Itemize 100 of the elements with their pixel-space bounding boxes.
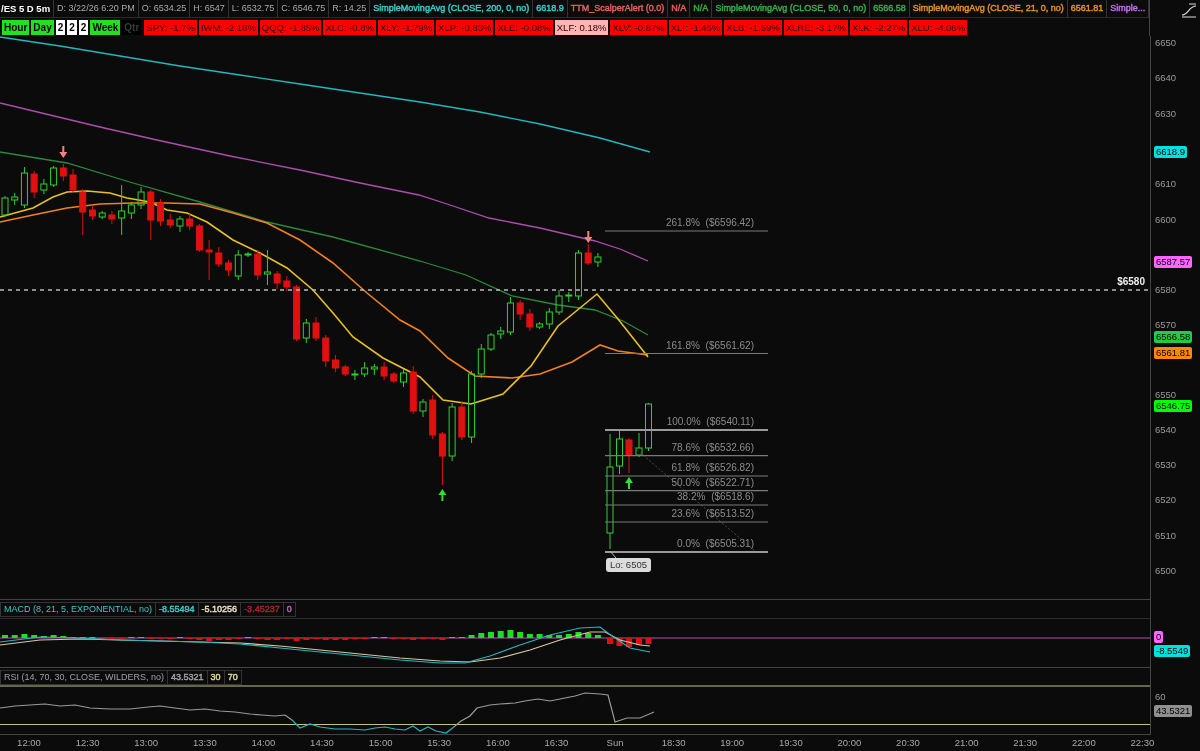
- study-label: N/A: [668, 0, 691, 17]
- quote-field: L: 6532.75: [228, 0, 279, 17]
- ticker-change-label: XLY: -1.79%: [378, 19, 435, 35]
- indicator-value: -5.10256: [198, 603, 242, 616]
- price-axis-label: 6550: [1155, 389, 1177, 401]
- fib-level-label: 161.8% ($6561.62): [665, 339, 754, 352]
- time-axis-label: 20:30: [896, 736, 920, 749]
- time-axis-label: 21:00: [954, 736, 979, 749]
- price-axis-label: 6510: [1155, 530, 1177, 542]
- time-axis-label: 21:30: [1013, 736, 1038, 749]
- ticker-change-label: XLV: -0.87%: [610, 19, 667, 35]
- fib-level-label: 38.2% ($6518.6): [677, 491, 754, 503]
- price-tag: 6561.81: [1154, 347, 1193, 359]
- symbol-label: /ES 5 D 5m: [0, 0, 55, 17]
- ticker-change-label: SPY: -1.7%: [144, 19, 197, 35]
- period-button[interactable]: Hour: [2, 19, 30, 35]
- study-label: 6566.58: [870, 0, 910, 17]
- price-tag: 6587.57: [1154, 256, 1193, 268]
- price-axis-label: 6530: [1155, 459, 1177, 471]
- price-axis-label: 6600: [1155, 214, 1177, 226]
- study-label: N/A: [690, 0, 713, 17]
- time-axis-label: 16:00: [485, 736, 510, 749]
- value-tag: 43.5321: [1154, 705, 1193, 717]
- price-axis-label: 6540: [1155, 424, 1177, 436]
- price-axis-label: 6580: [1155, 284, 1177, 296]
- price-axis-label: 6520: [1155, 494, 1177, 506]
- price-axis-label: 6640: [1155, 72, 1177, 84]
- period-button[interactable]: 2: [78, 19, 89, 35]
- value-tag: -8.5549: [1154, 645, 1191, 657]
- ticker-change-label: XLE: -0.08%: [495, 19, 553, 35]
- time-axis-label: 12:30: [75, 736, 100, 749]
- quote-field: R: 14.25: [329, 0, 371, 17]
- study-label: SimpleMovingAvg (CLOSE, 21, 0, no): [909, 0, 1068, 17]
- rsi-axis-label: 60: [1155, 691, 1166, 703]
- time-axis-label: 18:30: [661, 736, 686, 749]
- quote-field: C: 6546.75: [278, 0, 330, 17]
- arrow-up-icon: [625, 477, 633, 489]
- ticker-change-label: XLRE: -3.17%: [783, 19, 848, 35]
- fib-level-label: 78.6% ($6532.66): [671, 441, 754, 454]
- price-axis-label: 6570: [1155, 319, 1177, 331]
- fib-level-label: 0.0% ($6505.31): [677, 538, 754, 550]
- time-axis-label: 15:00: [368, 736, 393, 749]
- period-button[interactable]: 2: [67, 19, 77, 35]
- study-label: 6618.9: [533, 0, 568, 17]
- ticker-change-label: XLB: -1.59%: [724, 19, 782, 35]
- price-tag: 6618.9: [1154, 146, 1188, 158]
- time-axis-label: Sun: [606, 736, 624, 749]
- price-tag: 6546.75: [1154, 400, 1193, 412]
- ticker-change-label: QQQ: -1.85%: [259, 19, 322, 35]
- fib-level-label: 50.0% ($6522.71): [671, 476, 754, 489]
- ticker-change-label: XLC: -0.8%: [323, 19, 376, 35]
- study-label: TTM_ScalperAlert (0.0): [567, 0, 669, 17]
- period-button[interactable]: Week: [90, 19, 121, 35]
- price-axis-label: 6500: [1155, 565, 1177, 577]
- price-axis-label: 6610: [1155, 178, 1177, 190]
- ticker-change-label: XLK: -2.27%: [849, 19, 908, 35]
- quote-field: H: 6547: [190, 0, 229, 17]
- time-axis-label: 22:00: [1071, 736, 1096, 749]
- price-axis-label: 6630: [1155, 108, 1177, 120]
- fib-level-label: 23.6% ($6513.52): [671, 508, 754, 520]
- time-axis-label: 14:00: [251, 736, 276, 749]
- time-axis-label: 20:00: [837, 736, 862, 749]
- time-axis-label: 13:30: [192, 736, 217, 749]
- time-axis-label: 12:00: [17, 736, 41, 749]
- fib-level-label: 100.0% ($6540.11): [666, 416, 754, 428]
- price-tag: 6566.58: [1154, 331, 1193, 343]
- time-axis-label: 16:30: [544, 736, 569, 749]
- time-axis-label: 13:00: [134, 736, 159, 749]
- value-tag: 0: [1154, 631, 1164, 643]
- price-level-label: $6580: [1117, 276, 1145, 288]
- price-axis-label: 6650: [1155, 37, 1177, 49]
- time-axis-label: 15:30: [427, 736, 452, 749]
- ticker-change-label: XLU: -4.06%: [909, 19, 968, 35]
- arrow-up-icon: [438, 489, 447, 501]
- period-button[interactable]: Day: [31, 19, 54, 35]
- indicator-title: RSI (14, 70, 30, CLOSE, WILDERS, no): [1, 671, 169, 684]
- time-axis-label: 19:30: [778, 736, 803, 749]
- ticker-change-label: XLP: -0.83%: [436, 19, 494, 35]
- study-label: SimpleMovingAvg (CLOSE, 200, 0, no): [370, 0, 534, 17]
- label-leader-line: [609, 550, 617, 559]
- indicator-value: 43.5321: [168, 671, 208, 684]
- time-axis-label: 14:30: [310, 736, 334, 749]
- quote-field: D: 3/22/26 6:20 PM: [54, 0, 139, 17]
- low-price-label: Lo: 6505: [606, 558, 651, 572]
- indicator-value: 70: [226, 671, 239, 684]
- time-axis-label: 22:30: [1130, 736, 1155, 749]
- arrow-down-icon: [584, 231, 593, 243]
- indicator-value: -3.45237: [241, 603, 284, 616]
- ticker-change-label: XLF: 0.18%: [554, 19, 609, 35]
- indicator-value: -8.55494: [156, 603, 199, 616]
- indicator-title: MACD (8, 21, 5, EXPONENTIAL, no): [1, 603, 157, 616]
- indicator-value: 0: [285, 603, 293, 616]
- ticker-change-label: XLI: -1.46%: [668, 19, 723, 35]
- fib-level-label: 61.8% ($6526.82): [671, 462, 754, 474]
- quote-field: O: 6534.25: [138, 0, 191, 17]
- period-button[interactable]: 2: [55, 19, 66, 35]
- time-axis-label: 19:00: [720, 736, 745, 749]
- fib-level-label: 261.8% ($6596.42): [665, 217, 754, 229]
- indicator-value: 30: [207, 671, 225, 684]
- curve-icon[interactable]: [1182, 3, 1196, 18]
